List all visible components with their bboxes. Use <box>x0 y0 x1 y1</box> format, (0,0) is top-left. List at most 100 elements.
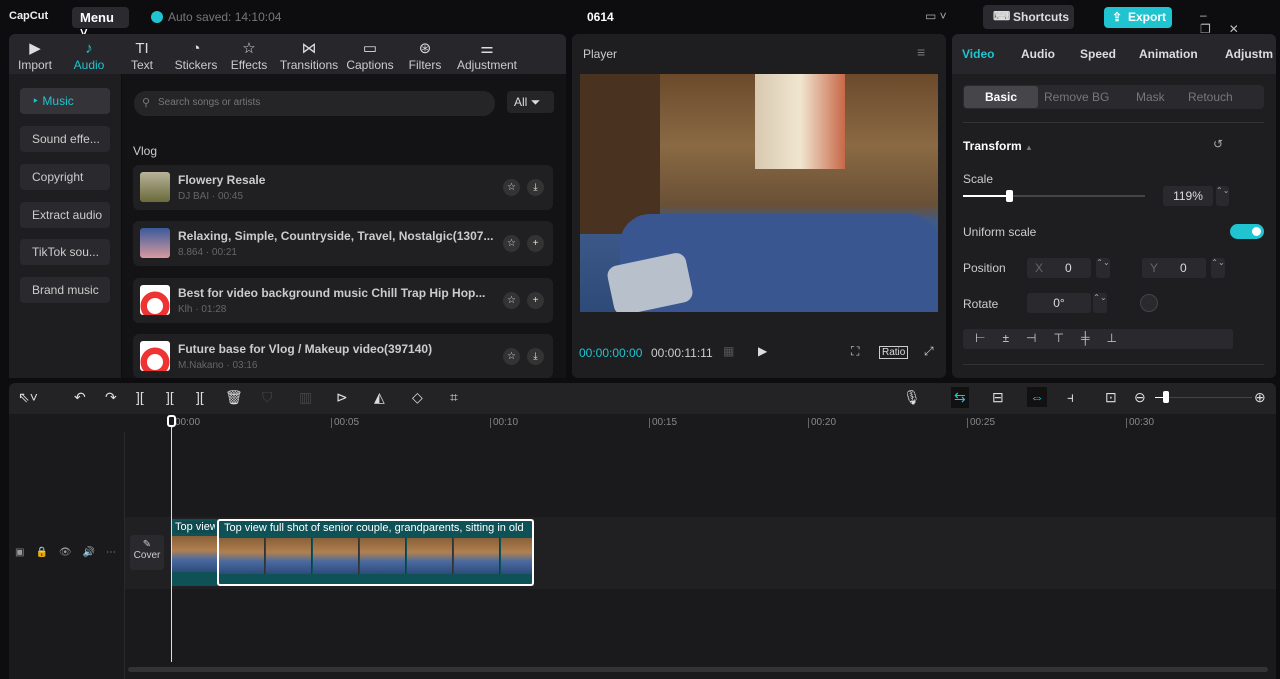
sidebar-item-copyright[interactable]: Copyright <box>20 164 110 190</box>
favorite-icon[interactable]: ☆ <box>503 292 520 309</box>
split-left-icon[interactable]: ][ <box>166 389 174 405</box>
auto-snap-icon[interactable]: ⊟ <box>992 389 1004 406</box>
filter-button[interactable]: All ⏷ <box>507 91 554 113</box>
add-icon[interactable]: + <box>527 235 544 252</box>
delete-icon[interactable]: 🗑 <box>225 389 243 406</box>
tab-transitions[interactable]: ⋈ Transitions <box>279 38 339 72</box>
zoom-in-icon[interactable]: ⊕ <box>1254 389 1266 406</box>
cover-button[interactable]: ✎ Cover <box>130 535 164 570</box>
search-input[interactable]: ⚲ Search songs or artists <box>134 91 495 116</box>
select-tool-icon[interactable]: ⇖˅ <box>18 389 38 406</box>
main-track-magnet-icon[interactable]: ⇆ <box>951 387 969 408</box>
clip-label-short: Top view <box>175 521 215 533</box>
position-x-stepper[interactable]: ⌃⌄ <box>1096 258 1110 278</box>
tab-audio[interactable]: ♪ Audio <box>69 38 109 72</box>
undo-icon[interactable]: ↶ <box>74 389 86 406</box>
video-preview[interactable] <box>580 74 938 312</box>
rotate-icon[interactable]: ◇ <box>412 389 423 406</box>
list-item[interactable]: Best for video background music Chill Tr… <box>133 278 553 323</box>
window-controls[interactable]: –❐✕ <box>1200 8 1280 36</box>
list-item[interactable]: Future base for Vlog / Makeup video(3971… <box>133 334 553 378</box>
favorite-icon[interactable]: ☆ <box>503 348 520 365</box>
shortcuts-button[interactable]: ⌨ Shortcuts <box>983 5 1074 29</box>
rotate-dial[interactable] <box>1140 294 1158 312</box>
rotate-input[interactable]: 0° <box>1027 293 1091 313</box>
tab-label: Stickers <box>174 58 218 72</box>
divider <box>963 122 1264 123</box>
player-menu-icon[interactable]: ≡ <box>917 44 925 60</box>
tab-import[interactable]: ▶ Import <box>15 38 55 72</box>
zoom-out-icon[interactable]: ⊖ <box>1134 389 1146 406</box>
redo-icon[interactable]: ↷ <box>105 389 117 406</box>
download-icon[interactable]: ⤓ <box>527 179 544 196</box>
ruler-tick: 00:25 <box>967 418 995 428</box>
fullscreen-icon[interactable]: ⤢ <box>924 344 934 359</box>
subtab-basic[interactable]: Basic <box>964 86 1038 108</box>
crop-icon[interactable]: ⌗ <box>450 389 458 406</box>
position-y-stepper[interactable]: ⌃⌄ <box>1211 258 1225 278</box>
song-meta: DJ BAI · 00:45 <box>178 191 244 202</box>
scale-slider[interactable] <box>963 190 1145 202</box>
freeze-icon[interactable]: ▥ <box>299 389 312 406</box>
subtab-retouch[interactable]: Retouch <box>1188 90 1233 104</box>
position-x-input[interactable]: X0 <box>1027 258 1091 278</box>
add-icon[interactable]: + <box>527 292 544 309</box>
favorite-icon[interactable]: ☆ <box>503 179 520 196</box>
menu-button[interactable]: Menu ˅ <box>72 7 129 40</box>
tab-filters[interactable]: ⊛ Filters <box>405 38 445 72</box>
split-icon[interactable]: ][ <box>136 389 144 405</box>
tab-adjustment[interactable]: ⚌ Adjustment <box>454 38 520 72</box>
uniform-scale-toggle[interactable] <box>1230 224 1264 239</box>
marker-icon[interactable]: ⛉ <box>262 389 273 406</box>
scale-stepper[interactable]: ⌃⌄ <box>1216 186 1229 206</box>
tab-animation[interactable]: Animation <box>1139 47 1198 61</box>
sidebar-item-brand-music[interactable]: Brand music <box>20 277 110 303</box>
subtab-remove-bg[interactable]: Remove BG <box>1044 90 1109 104</box>
export-button[interactable]: ⇪ Export <box>1104 7 1172 28</box>
zoom-fit-timeline-icon[interactable]: ⊡ <box>1105 389 1117 406</box>
sidebar-item-sound-effects[interactable]: Sound effe... <box>20 126 110 152</box>
tab-adjustment-props[interactable]: Adjustm <box>1225 47 1273 61</box>
list-item[interactable]: Flowery Resale DJ BAI · 00:45 ☆ ⤓ <box>133 165 553 210</box>
download-icon[interactable]: ⤓ <box>527 348 544 365</box>
section-transform[interactable]: Transform ▲ <box>963 139 1033 153</box>
layout-icon[interactable]: ▭ ˅ <box>925 9 947 23</box>
tab-audio-props[interactable]: Audio <box>1021 47 1055 61</box>
position-y-input[interactable]: Y0 <box>1142 258 1206 278</box>
video-clip[interactable]: Top view Top view full shot of senior co… <box>172 519 534 586</box>
import-icon: ▶ <box>29 40 41 57</box>
reverse-play-icon[interactable]: ⊳ <box>336 389 348 406</box>
tab-video[interactable]: Video <box>962 47 994 61</box>
favorite-icon[interactable]: ☆ <box>503 235 520 252</box>
subtab-mask[interactable]: Mask <box>1136 90 1165 104</box>
tab-stickers[interactable]: ◔ Stickers <box>171 38 221 72</box>
timeline-grid-icon[interactable]: ▦ <box>723 344 734 358</box>
align-toolbar[interactable]: ⊢±⊣⊤╪⊥ <box>963 329 1233 349</box>
tab-captions[interactable]: ▭ Captions <box>343 38 397 72</box>
playhead[interactable] <box>167 415 176 662</box>
tab-speed[interactable]: Speed <box>1080 47 1116 61</box>
sidebar-item-extract-audio[interactable]: Extract audio <box>20 202 110 228</box>
timeline-zoom-slider[interactable] <box>1155 391 1252 403</box>
reset-icon[interactable]: ↺ <box>1213 137 1223 151</box>
play-icon[interactable]: ▶ <box>758 344 767 358</box>
sidebar-item-tiktok-sounds[interactable]: TikTok sou... <box>20 239 110 265</box>
zoom-fit-icon[interactable]: ⛶ <box>851 344 859 359</box>
selected-clip[interactable]: Top view full shot of senior couple, gra… <box>217 519 534 586</box>
preview-axis-icon[interactable]: ⫞ <box>1067 389 1074 406</box>
section-title: Transform <box>963 139 1022 153</box>
microphone-icon[interactable]: 🎙 <box>903 389 921 406</box>
ratio-button[interactable]: Ratio <box>879 346 909 359</box>
list-item[interactable]: Relaxing, Simple, Countryside, Travel, N… <box>133 221 553 266</box>
tab-effects[interactable]: ☆ Effects <box>227 38 271 72</box>
sidebar-item-music[interactable]: ‣ Music <box>20 88 110 114</box>
mirror-icon[interactable]: ◭ <box>374 389 385 406</box>
tab-text[interactable]: TI Text <box>122 38 162 72</box>
track-controls[interactable]: ▣🔒👁🔊⋯ <box>15 547 127 558</box>
split-right-icon[interactable]: ][ <box>196 389 204 405</box>
linkage-icon[interactable]: ⇔ <box>1027 387 1047 407</box>
horizontal-scrollbar[interactable] <box>128 667 1268 672</box>
ruler-tick: 00:10 <box>490 418 518 428</box>
rotate-stepper[interactable]: ⌃⌄ <box>1093 293 1107 313</box>
scale-input[interactable]: 119% <box>1163 186 1213 206</box>
